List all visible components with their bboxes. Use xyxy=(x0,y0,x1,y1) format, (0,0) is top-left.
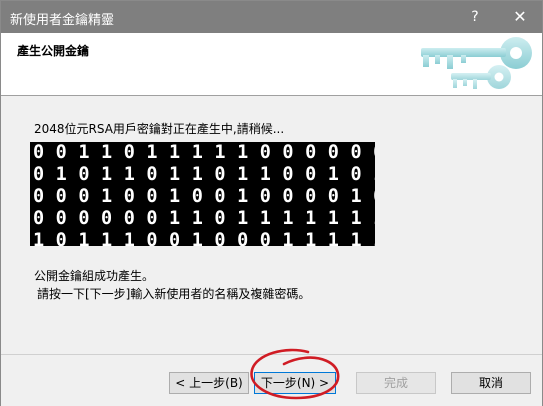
title-bar: 新使用者金鑰精靈 ? ✕ xyxy=(1,1,542,33)
binary-row: 0 0 1 1 0 1 1 1 1 1 0 0 0 0 0 0 0 0 1 xyxy=(33,142,375,163)
binary-row: 0 0 0 0 0 0 1 1 0 1 1 1 1 1 1 1 1 1 0 xyxy=(33,208,375,229)
binary-row: 1 0 1 1 1 0 0 1 0 0 0 1 1 1 1 1 1 0 1 xyxy=(33,230,375,246)
close-button[interactable]: ✕ xyxy=(498,1,542,33)
wizard-content: 2048位元RSA用戶密鑰對正在產生中,請稍候... 0 0 1 1 0 1 1… xyxy=(1,96,542,354)
wizard-header: 產生公開金鑰 xyxy=(1,33,542,96)
help-button[interactable]: ? xyxy=(453,1,497,33)
next-button[interactable]: 下一步(N) > xyxy=(254,372,336,394)
generating-status-text: 2048位元RSA用戶密鑰對正在產生中,請稍候... xyxy=(34,122,285,136)
window-title: 新使用者金鑰精靈 xyxy=(10,13,115,28)
cancel-button[interactable]: 取消 xyxy=(451,372,531,394)
wizard-window: 新使用者金鑰精靈 ? ✕ 產生公開金鑰 2048位元RSA用戶密鑰對正在產生中,… xyxy=(0,0,543,406)
keys-icon xyxy=(421,37,532,89)
page-title: 產生公開金鑰 xyxy=(17,44,90,58)
binary-animation-box: 0 0 1 1 0 1 1 1 1 1 0 0 0 0 0 0 0 0 1 0 … xyxy=(30,142,375,246)
success-text: 公開金鑰組成功產生。 xyxy=(34,269,155,283)
instruction-text: 請按一下[下一步]輸入新使用者的名稱及複雜密碼。 xyxy=(37,287,311,301)
binary-row: 0 1 0 1 1 0 1 1 0 1 1 0 0 1 0 1 0 1 0 xyxy=(33,164,375,185)
wizard-footer: < 上一步(B) 下一步(N) > 完成 取消 xyxy=(1,354,542,406)
binary-row: 0 0 0 1 0 0 1 0 0 1 0 0 0 0 1 0 1 1 0 xyxy=(33,186,375,207)
finish-button: 完成 xyxy=(356,372,436,394)
back-button[interactable]: < 上一步(B) xyxy=(169,372,249,394)
